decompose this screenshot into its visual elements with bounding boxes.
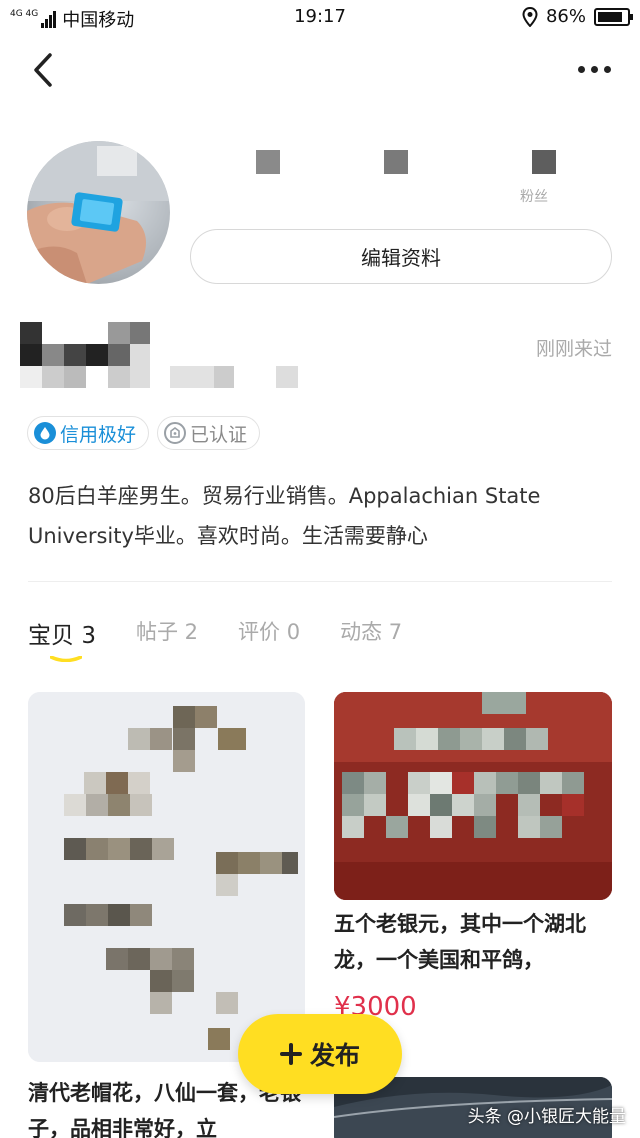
- badge-row: 信用极好 已认证: [27, 416, 261, 450]
- more-dots-icon: [577, 65, 585, 73]
- tab-reviews-count: 0: [286, 620, 301, 644]
- username-mosaic: [20, 322, 298, 388]
- edit-profile-button[interactable]: 编辑资料: [190, 229, 612, 284]
- more-button[interactable]: [574, 60, 614, 78]
- tab-reviews-label: 评价: [238, 620, 281, 644]
- battery-percent: 86%: [545, 6, 586, 27]
- back-button[interactable]: [28, 52, 58, 88]
- last-seen-text: 刚刚来过: [535, 338, 612, 360]
- avatar[interactable]: [27, 141, 170, 284]
- tab-posts-label: 帖子: [135, 620, 178, 644]
- status-right: 86%: [522, 6, 633, 27]
- water-drop-icon: [34, 422, 56, 444]
- credit-badge-label: 信用极好: [60, 423, 137, 446]
- battery-icon: [594, 7, 633, 26]
- stat-fans[interactable]: [532, 150, 556, 174]
- tab-activity-count: 7: [388, 620, 403, 644]
- stat-posts[interactable]: [384, 150, 408, 174]
- item-title: 五个老银元，其中一个湖北龙，一个美国和平鸽，: [334, 912, 586, 972]
- profile-bio: 80后白羊座男生。贸易行业销售。Appalachian State Univer…: [28, 484, 541, 548]
- more-dot: [590, 65, 598, 73]
- stat-fans-label: 粉丝: [520, 189, 548, 205]
- tab-reviews[interactable]: 评价 0: [238, 616, 300, 650]
- status-bar: 4G 4G 中国移动 19:17 86%: [0, 0, 640, 34]
- profile-tabs: 宝贝 3 帖子 2 评价 0 动态 7: [28, 616, 402, 662]
- plus-icon: [279, 1043, 302, 1065]
- item-image-mosaic: [28, 692, 305, 1062]
- chevron-left-icon: [34, 53, 52, 87]
- tab-posts[interactable]: 帖子 2: [136, 616, 198, 650]
- stat-following[interactable]: [256, 150, 280, 174]
- avatar-photo: [27, 141, 170, 284]
- item-image: [334, 692, 612, 900]
- publish-button[interactable]: 发布: [238, 1014, 402, 1094]
- tab-posts-count: 2: [184, 620, 199, 644]
- divider: [28, 581, 612, 582]
- verified-badge-label: 已认证: [190, 423, 248, 446]
- tab-active-indicator: [50, 656, 82, 662]
- battery-fill: [598, 11, 622, 22]
- publish-button-label: 发布: [309, 1041, 360, 1070]
- tab-items-label: 宝贝: [28, 623, 74, 649]
- tab-items[interactable]: 宝贝 3: [28, 616, 96, 662]
- tab-activity-label: 动态: [340, 620, 383, 644]
- tab-items-count: 3: [81, 623, 96, 649]
- tab-activity[interactable]: 动态 7: [340, 616, 402, 650]
- location-icon: [522, 6, 538, 27]
- credit-badge[interactable]: 信用极好: [27, 416, 150, 450]
- item-image: [28, 692, 305, 1062]
- more-dot: [603, 65, 611, 73]
- verified-shield-icon: [164, 422, 187, 444]
- item-image-mosaic: [334, 692, 612, 900]
- watermark: 头条 @小银匠大能量: [467, 1107, 626, 1127]
- verified-badge[interactable]: 已认证: [157, 416, 261, 450]
